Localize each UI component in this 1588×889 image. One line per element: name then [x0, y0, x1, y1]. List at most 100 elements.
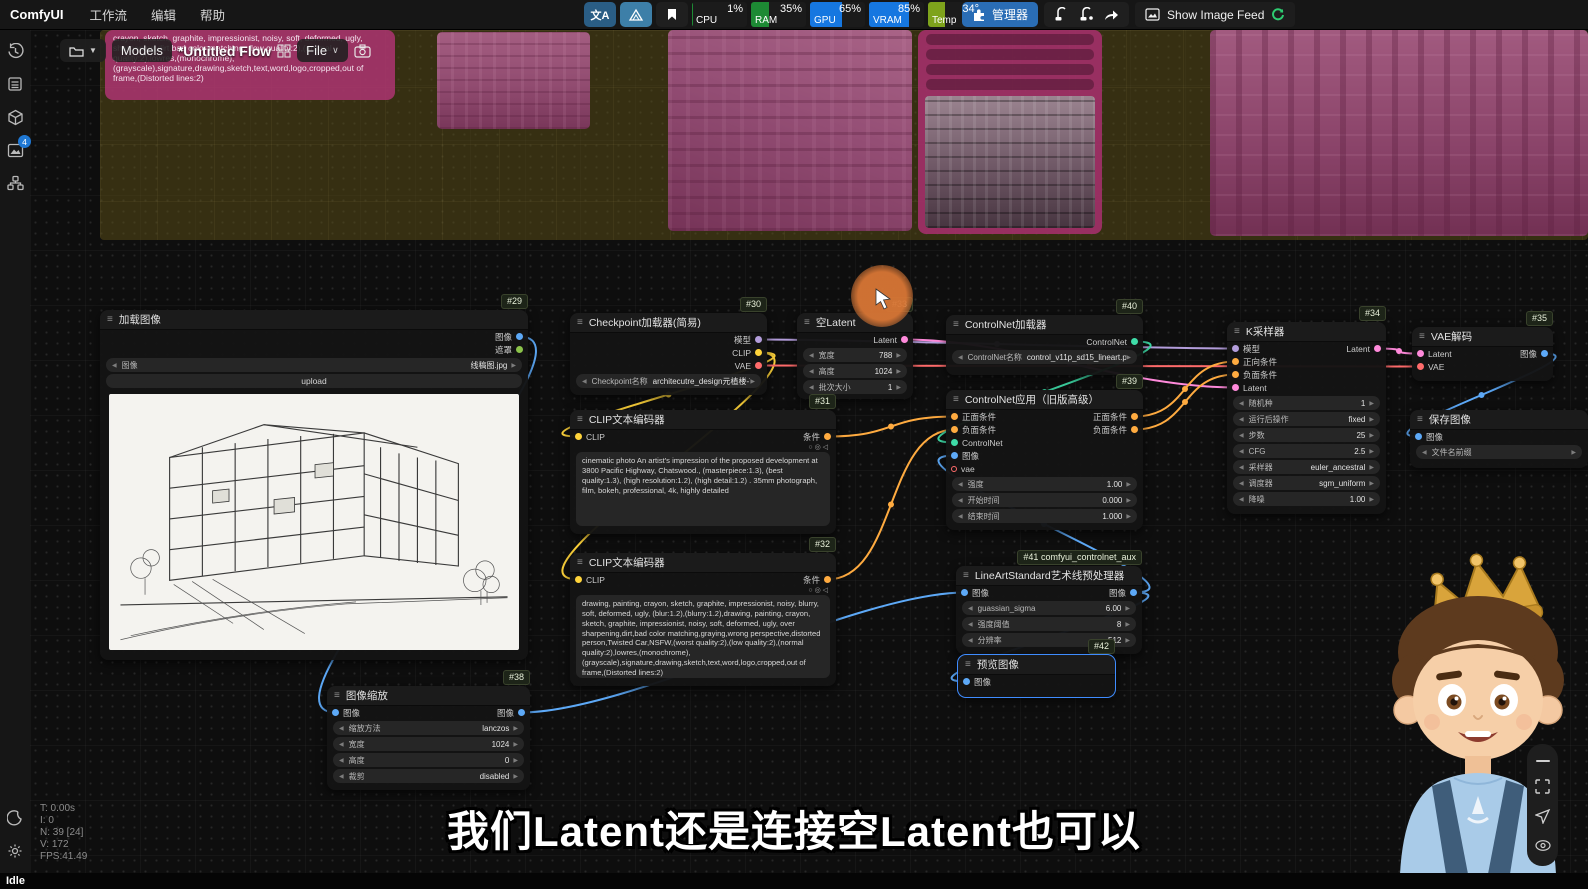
prompt-widget-icons[interactable]: ○ ◎ ◁ [570, 586, 836, 595]
input-port-vae[interactable]: vae [951, 464, 975, 474]
node-header[interactable]: ≡预览图像 [958, 655, 1115, 675]
increment-arrow-icon[interactable]: ▶ [513, 741, 518, 748]
logo-button[interactable] [620, 2, 652, 27]
increment-arrow-icon[interactable]: ▶ [896, 384, 901, 391]
collapse-icon[interactable]: ≡ [107, 314, 113, 325]
input-port-VAE[interactable]: VAE [1417, 362, 1444, 372]
widget-图像[interactable]: ◀图像线稿图.jpg▶ [106, 358, 522, 372]
decrement-arrow-icon[interactable]: ◀ [582, 378, 587, 385]
feed-generated-image[interactable] [668, 30, 912, 231]
menu-edit[interactable]: 编辑 [151, 5, 176, 24]
decrement-arrow-icon[interactable]: ◀ [1422, 449, 1427, 456]
node-CLIP文本编码器[interactable]: #32≡CLIP文本编码器CLIP条件○ ◎ ◁drawing, paintin… [570, 553, 836, 686]
link-midpoint-dot[interactable] [1182, 399, 1188, 405]
decrement-arrow-icon[interactable]: ◀ [809, 384, 814, 391]
zoom-out-icon[interactable] [1536, 759, 1550, 763]
increment-arrow-icon[interactable]: ▶ [1125, 637, 1130, 644]
vacuum-dot-icon[interactable] [1079, 7, 1094, 22]
input-port-Latent[interactable]: Latent [1417, 349, 1452, 359]
file-menu-button[interactable]: File ∨ [297, 39, 348, 62]
increment-arrow-icon[interactable]: ▶ [1369, 400, 1374, 407]
bookmark-button[interactable] [656, 2, 688, 27]
input-port-CLIP[interactable]: CLIP [575, 432, 605, 442]
input-port-CLIP[interactable]: CLIP [575, 575, 605, 585]
input-port-负面条件[interactable]: 负面条件 [951, 424, 996, 436]
widget-调度器[interactable]: ◀调度器sgm_uniform▶ [1233, 476, 1380, 490]
decrement-arrow-icon[interactable]: ◀ [112, 362, 117, 369]
collapse-icon[interactable]: ≡ [953, 319, 959, 330]
widget-采样器[interactable]: ◀采样器euler_ancestral▶ [1233, 460, 1380, 474]
menu-help[interactable]: 帮助 [200, 5, 225, 24]
increment-arrow-icon[interactable]: ▶ [511, 362, 516, 369]
decrement-arrow-icon[interactable]: ◀ [958, 354, 963, 361]
increment-arrow-icon[interactable]: ▶ [1571, 449, 1576, 456]
sidebar-item-queue-history[interactable] [4, 40, 26, 62]
node-header[interactable]: ≡图像缩放 [327, 686, 530, 706]
widget-降噪[interactable]: ◀降噪1.00▶ [1233, 492, 1380, 506]
input-port-ControlNet[interactable]: ControlNet [951, 438, 1003, 448]
increment-arrow-icon[interactable]: ▶ [1369, 432, 1374, 439]
output-port-图像[interactable]: 图像 [1109, 587, 1137, 599]
increment-arrow-icon[interactable]: ▶ [513, 725, 518, 732]
increment-arrow-icon[interactable]: ▶ [1125, 621, 1130, 628]
input-port-图像[interactable]: 图像 [1415, 431, 1443, 443]
node-header[interactable]: ≡CLIP文本编码器 [570, 410, 836, 430]
node-header[interactable]: ≡ControlNet加载器 [946, 315, 1143, 335]
widget-开始时间[interactable]: ◀开始时间0.000▶ [952, 493, 1137, 507]
link-midpoint-dot[interactable] [888, 502, 894, 508]
decrement-arrow-icon[interactable]: ◀ [958, 481, 963, 488]
node-header[interactable]: ≡ControlNet应用（旧版高级） [946, 390, 1143, 410]
widget-高度[interactable]: ◀高度1024▶ [803, 364, 907, 378]
node-保存图像[interactable]: ≡保存图像图像◀文件名前缀▶ [1410, 410, 1588, 468]
widget-ControlNet名称[interactable]: ◀ControlNet名称control_v11p_sd15_lineart.p… [952, 350, 1137, 364]
node-K采样器[interactable]: #34≡K采样器模型Latent正向条件负面条件Latent◀随机种1▶◀运行后… [1227, 322, 1386, 514]
sidebar-item-gallery[interactable]: 4 [4, 139, 26, 161]
increment-arrow-icon[interactable]: ▶ [1126, 481, 1131, 488]
node-header[interactable]: ≡VAE解码 [1412, 327, 1553, 347]
theme-toggle-button[interactable] [4, 807, 26, 829]
input-port-正面条件[interactable]: 正面条件 [951, 411, 996, 423]
increment-arrow-icon[interactable]: ▶ [513, 757, 518, 764]
output-port-模型[interactable]: 模型 [734, 334, 762, 346]
decrement-arrow-icon[interactable]: ◀ [339, 725, 344, 732]
collapse-icon[interactable]: ≡ [577, 317, 583, 328]
output-port-图像[interactable]: 图像 [497, 707, 525, 719]
output-port-图像[interactable]: 图像 [1520, 348, 1548, 360]
increment-arrow-icon[interactable]: ▶ [1125, 605, 1130, 612]
input-port-图像[interactable]: 图像 [961, 587, 989, 599]
node-图像缩放[interactable]: #38≡图像缩放图像图像◀缩放方法lanczos▶◀宽度1024▶◀高度0▶◀裁… [327, 686, 530, 790]
widget-文件名前缀[interactable]: ◀文件名前缀▶ [1416, 445, 1582, 459]
increment-arrow-icon[interactable]: ▶ [1369, 496, 1374, 503]
widget-宽度[interactable]: ◀宽度788▶ [803, 348, 907, 362]
widget-缩放方法[interactable]: ◀缩放方法lanczos▶ [333, 721, 524, 735]
upload-button[interactable]: upload [106, 374, 522, 388]
node-CLIP文本编码器[interactable]: #31≡CLIP文本编码器CLIP条件○ ◎ ◁cinematic photo … [570, 410, 836, 534]
widget-高度[interactable]: ◀高度0▶ [333, 753, 524, 767]
node-空Latent[interactable]: #33≡空LatentLatent◀宽度788▶◀高度1024▶◀批次大小1▶ [797, 313, 913, 399]
menu-workflow[interactable]: 工作流 [89, 5, 127, 24]
collapse-icon[interactable]: ≡ [577, 557, 583, 568]
node-header[interactable]: ≡CLIP文本编码器 [570, 553, 836, 573]
output-port-图像[interactable]: 图像 [495, 331, 523, 343]
increment-arrow-icon[interactable]: ▶ [1369, 464, 1374, 471]
node-header[interactable]: ≡加载图像 [100, 310, 528, 330]
node-header[interactable]: ≡Checkpoint加载器(简易) [570, 313, 767, 333]
input-port-图像[interactable]: 图像 [963, 676, 991, 688]
node-header[interactable]: ≡LineArtStandard艺术线预处理器 [956, 566, 1142, 586]
input-port-模型[interactable]: 模型 [1232, 343, 1260, 355]
widget-批次大小[interactable]: ◀批次大小1▶ [803, 380, 907, 394]
decrement-arrow-icon[interactable]: ◀ [1239, 496, 1244, 503]
sidebar-item-workflows[interactable] [4, 73, 26, 95]
widget-运行后操作[interactable]: ◀运行后操作fixed▶ [1233, 412, 1380, 426]
output-port-条件[interactable]: 条件 [803, 431, 831, 443]
input-port-图像[interactable]: 图像 [951, 450, 979, 462]
workflow-folder-button[interactable]: ▼ [60, 39, 106, 62]
widget-CFG[interactable]: ◀CFG2.5▶ [1233, 444, 1380, 458]
node-加载图像[interactable]: #29≡加载图像图像遮罩◀图像线稿图.jpg▶upload [100, 310, 528, 660]
output-port-负面条件[interactable]: 负面条件 [1093, 424, 1138, 436]
link-midpoint-dot[interactable] [1479, 392, 1485, 398]
decrement-arrow-icon[interactable]: ◀ [339, 757, 344, 764]
decrement-arrow-icon[interactable]: ◀ [1239, 480, 1244, 487]
decrement-arrow-icon[interactable]: ◀ [968, 621, 973, 628]
input-port-图像[interactable]: 图像 [332, 707, 360, 719]
